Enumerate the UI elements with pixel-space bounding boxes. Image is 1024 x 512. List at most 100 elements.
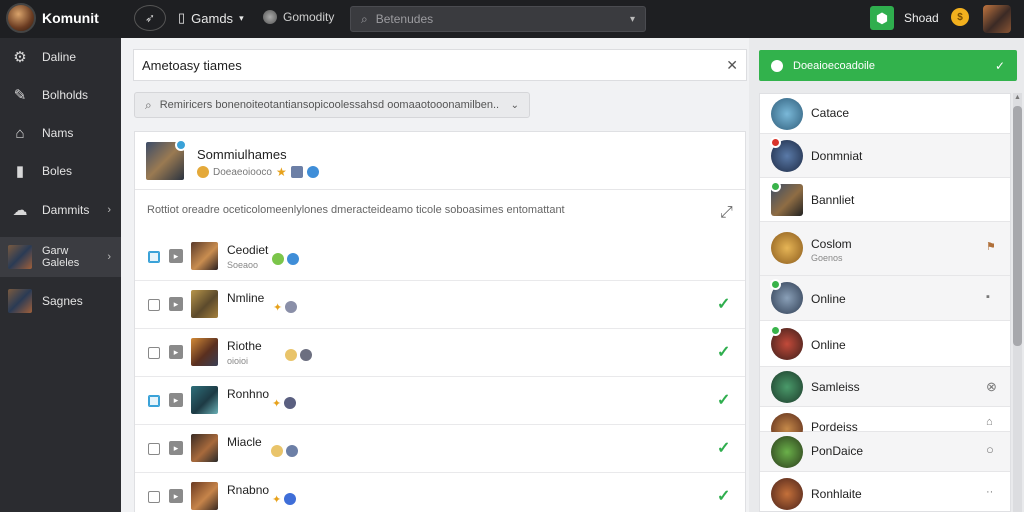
info-icon	[306, 166, 319, 178]
info-icon	[287, 253, 299, 265]
coin-icon	[285, 349, 297, 361]
sidebar-item-daline[interactable]: ⚙ Daline	[0, 38, 121, 76]
list-item[interactable]: Samleiss ⊗	[760, 367, 1010, 407]
list-item[interactable]: Ronhlaite ··	[760, 472, 1010, 511]
table-row[interactable]: ▸ Ronhno ✦ ✓	[135, 377, 745, 425]
list-item[interactable]: Catace	[760, 94, 1010, 134]
logo-text: Komunit	[42, 9, 99, 26]
sidebar-item-boles[interactable]: ▮ Boles	[0, 152, 121, 190]
list-item[interactable]: Bannliet	[760, 178, 1010, 222]
online-icon	[272, 253, 284, 265]
user-avatar[interactable]	[983, 5, 1011, 33]
home-icon[interactable]: ⌂	[986, 416, 993, 428]
community-label: Gomodity	[283, 10, 335, 24]
chevron-down-icon: ▾	[239, 12, 244, 23]
row-checkbox[interactable]	[148, 395, 160, 407]
logo-avatar	[6, 3, 36, 33]
logo[interactable]: Komunit	[6, 3, 99, 33]
star-icon: ✦	[272, 494, 282, 506]
row-name: Riothe	[227, 339, 262, 353]
list-item[interactable]: Online ▪	[760, 276, 1010, 321]
row-badges: ✦	[273, 301, 298, 314]
avatar	[771, 371, 803, 403]
game-thumbnail	[8, 245, 32, 269]
row-checkbox[interactable]	[148, 299, 160, 311]
friend-name: Catace	[811, 106, 850, 120]
close-icon[interactable]: ✕	[726, 57, 738, 74]
search-icon: ⌕	[361, 11, 368, 26]
games-menu[interactable]: ▯ Gamds ▾	[178, 10, 244, 26]
avatar	[771, 232, 803, 264]
block-icon[interactable]: ⊗	[986, 379, 997, 395]
filter-dropdown[interactable]: ⌕ Remiricers bonenoiteotantiansopicooles…	[134, 92, 530, 118]
friend-name: Ronhlaite	[811, 487, 862, 501]
title-field[interactable]: Ametoasy tiames ✕	[133, 49, 747, 81]
scroll-up-icon[interactable]: ▲	[1013, 94, 1022, 104]
sidebar-item-label: Boles	[42, 164, 73, 178]
friends-dropdown-button[interactable]: Doeaioecoadoile ✓	[759, 50, 1017, 81]
info-icon	[284, 397, 297, 409]
check-icon: ✓	[717, 344, 731, 361]
table-row[interactable]: ▸ Rnabno ✦ ✓	[135, 473, 745, 512]
folder-icon: ▸	[169, 249, 183, 263]
sidebar-item-label: Daline	[42, 50, 77, 64]
star-icon: ✦	[273, 302, 283, 314]
row-thumbnail	[191, 482, 218, 510]
scrollbar-thumb[interactable]	[1013, 106, 1022, 346]
sidebar-item-sagnes[interactable]: Sagnes	[0, 282, 121, 320]
row-checkbox[interactable]	[148, 347, 160, 359]
community-menu[interactable]: Gomodity	[263, 10, 334, 24]
folder-icon[interactable]: ▪	[986, 291, 990, 303]
friend-name: Donmniat	[811, 149, 863, 163]
row-name: Ceodiet	[227, 243, 269, 257]
sidebar-item-label: Garw Galeles	[42, 245, 80, 269]
list-item[interactable]: Donmniat	[760, 134, 1010, 178]
star-icon: ✦	[272, 398, 282, 410]
list-item[interactable]: Coslom Goenos ⚑	[760, 222, 1010, 276]
rocket-icon[interactable]: ➶	[134, 5, 166, 31]
search-icon	[771, 59, 783, 72]
row-thumbnail	[191, 386, 218, 414]
friend-name: PonDaice	[811, 444, 864, 458]
sidebar-item-dammits[interactable]: ☁ Dammits ›	[0, 191, 121, 229]
search-input[interactable]: ⌕ Betenudes ▾	[350, 6, 646, 32]
sidebar-item-nams[interactable]: ⌂ Nams	[0, 114, 121, 152]
filter-placeholder: Remiricers bonenoiteotantiansopicoolessa…	[159, 99, 500, 111]
friend-name: Online	[811, 292, 846, 306]
circle-icon[interactable]: ○	[986, 442, 994, 457]
row-checkbox[interactable]	[148, 491, 160, 503]
check-icon: ✓	[717, 440, 731, 457]
friend-name: Coslom	[811, 237, 852, 251]
notification-icon[interactable]: ⬢	[870, 6, 894, 30]
pencil-icon: ✎	[13, 87, 27, 104]
list-item[interactable]: Pordeiss ⌂	[760, 407, 1010, 445]
row-meta: oioioi	[227, 356, 249, 366]
list-item[interactable]: PonDaice ○	[760, 432, 1010, 472]
home-icon: ⌂	[15, 124, 25, 142]
more-icon[interactable]: ··	[986, 486, 993, 498]
row-checkbox[interactable]	[148, 251, 160, 263]
table-row[interactable]: ▸ Miacle ✓	[135, 425, 745, 473]
sidebar-item-bolholds[interactable]: ✎ Bolholds	[0, 76, 121, 114]
list-item[interactable]: Online	[760, 321, 1010, 367]
bookmark-icon: ▮	[15, 163, 25, 180]
flag-icon[interactable]: ⚑	[986, 240, 996, 253]
coin-icon	[197, 166, 209, 178]
table-row[interactable]: ▸ Ceodiet Soeaoo	[135, 233, 745, 281]
table-row[interactable]: ▸ Nmline ✦ ✓	[135, 281, 745, 329]
row-checkbox[interactable]	[148, 443, 160, 455]
sidebar-item-label: Dammits	[42, 203, 90, 217]
table-row[interactable]: ▸ Riothe oioioi ✓	[135, 329, 745, 377]
search-icon: ⌕	[145, 97, 152, 112]
folder-icon: ▸	[169, 441, 183, 455]
chevron-down-icon: ⌄	[510, 99, 519, 111]
status-badge	[175, 139, 187, 151]
games-label: Gamds	[191, 10, 234, 26]
coin-icon[interactable]: $	[951, 8, 969, 26]
friend-name: Bannliet	[811, 193, 855, 207]
community-icon	[263, 10, 277, 24]
sidebar-item-garw-galeles[interactable]: Garw Galeles ›	[0, 237, 121, 277]
status-badge	[770, 279, 781, 290]
expand-icon[interactable]: ⤢	[720, 204, 733, 222]
user-name[interactable]: Shoad	[904, 11, 939, 25]
